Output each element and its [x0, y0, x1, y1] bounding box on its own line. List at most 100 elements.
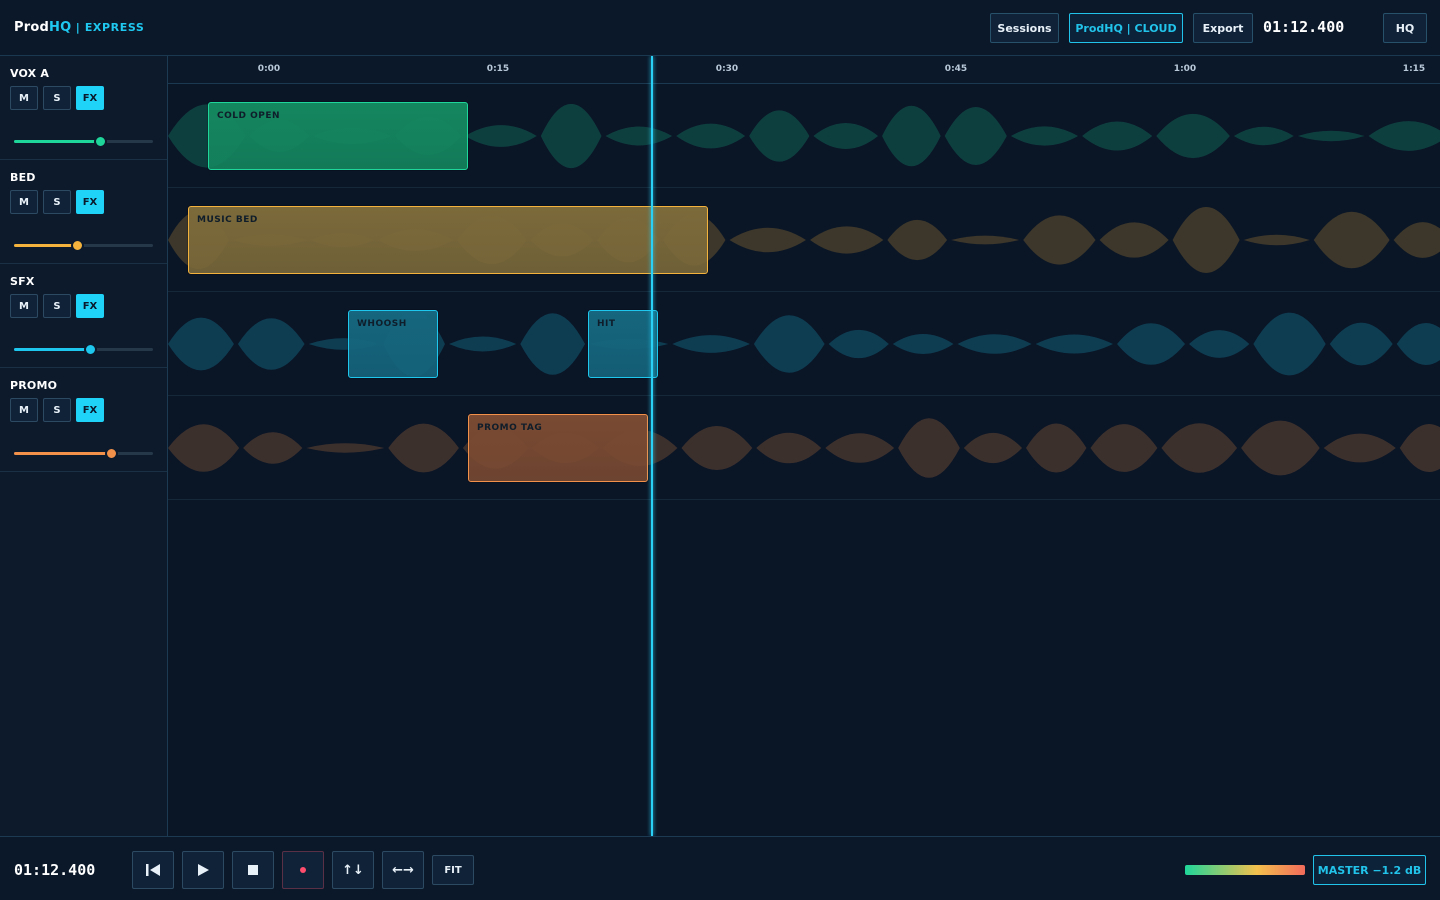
- fx-button[interactable]: FX: [76, 398, 104, 422]
- waveform-lobe: [892, 334, 954, 354]
- waveform-lobe: [1297, 130, 1365, 142]
- header-timecode: 01:12.400: [1263, 18, 1345, 36]
- solo-button[interactable]: S: [43, 190, 71, 214]
- waveform-lobe: [388, 423, 459, 473]
- brand-edition: EXPRESS: [84, 21, 145, 34]
- sessions-button[interactable]: Sessions: [990, 13, 1059, 43]
- solo-button[interactable]: S: [43, 294, 71, 318]
- volume-slider-knob[interactable]: [105, 447, 119, 460]
- waveform-lobe: [672, 335, 750, 353]
- track-header: PROMO M S FX: [0, 368, 167, 472]
- waveform-lobe: [1241, 420, 1320, 476]
- skip-to-start-icon: [146, 864, 160, 876]
- waveform-lobe: [676, 123, 746, 149]
- fx-button[interactable]: FX: [76, 190, 104, 214]
- timeline-area[interactable]: 0:00 0:15 0:30 0:45 1:00 1:15 COLD OPEN …: [168, 56, 1440, 836]
- audio-clip[interactable]: PROMO TAG: [468, 414, 648, 482]
- master-level-meter: [1185, 865, 1305, 875]
- audio-clip[interactable]: HIT: [588, 310, 658, 378]
- waveform-lobe: [465, 125, 537, 147]
- waveform-lobe: [810, 226, 884, 254]
- waveform-lobe: [1090, 424, 1158, 472]
- volume-slider[interactable]: [14, 447, 153, 460]
- waveform-lobe: [1189, 330, 1250, 358]
- waveform-lobe: [1035, 334, 1114, 354]
- volume-slider[interactable]: [14, 343, 153, 356]
- waveform-lobe: [1253, 312, 1326, 376]
- fx-button[interactable]: FX: [76, 86, 104, 110]
- waveform-lobe: [448, 336, 517, 352]
- track-lane[interactable]: MUSIC BED: [168, 188, 1440, 292]
- waveform-lobe: [813, 122, 879, 150]
- vertical-zoom-button[interactable]: ↑↓: [332, 851, 374, 889]
- vertical-zoom-icon: ↑↓: [342, 862, 364, 878]
- audio-clip[interactable]: WHOOSH: [348, 310, 438, 378]
- brand-separator: |: [71, 21, 85, 34]
- ruler-tick: 1:15: [1402, 64, 1426, 74]
- waveform-lobe: [1161, 423, 1238, 473]
- clip-label: WHOOSH: [357, 319, 407, 329]
- solo-button[interactable]: S: [43, 86, 71, 110]
- track-name: SFX: [10, 275, 35, 288]
- waveform-lobe: [1243, 234, 1310, 246]
- export-button[interactable]: Export: [1193, 13, 1253, 43]
- waveform-lobe: [1368, 121, 1440, 151]
- waveform-lobe: [1313, 211, 1390, 269]
- horizontal-zoom-icon: ←→: [392, 862, 414, 878]
- waveform-lobe: [825, 433, 895, 463]
- clip-label: MUSIC BED: [197, 215, 258, 225]
- waveform-lobe: [753, 315, 825, 373]
- waveform-lobe: [1393, 222, 1440, 258]
- waveform-lobe: [957, 334, 1032, 354]
- waveform-lobe: [1399, 423, 1440, 473]
- master-volume-button[interactable]: MASTER −1.2 dB: [1313, 855, 1426, 885]
- ruler-tick: 0:30: [715, 64, 739, 74]
- waveform-lobe: [168, 317, 234, 371]
- brand-hq: HQ: [48, 20, 72, 35]
- waveform-lobe: [605, 126, 673, 146]
- audio-clip[interactable]: COLD OPEN: [208, 102, 468, 170]
- fit-button[interactable]: FIT: [432, 855, 474, 885]
- clip-label: COLD OPEN: [217, 111, 281, 121]
- play-button[interactable]: [182, 851, 224, 889]
- volume-slider[interactable]: [14, 135, 153, 148]
- horizontal-zoom-button[interactable]: ←→: [382, 851, 424, 889]
- top-bar: ProdHQ | EXPRESS Sessions ProdHQ | CLOUD…: [0, 0, 1440, 56]
- track-lane[interactable]: COLD OPEN: [168, 84, 1440, 188]
- track-header: VOX A M S FX: [0, 56, 167, 160]
- ruler-tick: 0:00: [257, 64, 281, 74]
- waveform-lobe: [756, 432, 822, 464]
- volume-slider[interactable]: [14, 239, 153, 252]
- waveform-lobe: [540, 103, 602, 169]
- volume-slider-knob[interactable]: [84, 343, 98, 356]
- waveform-lobe: [828, 329, 889, 359]
- track-headers-panel: VOX A M S FX BED M S FX SFX M S FX PROMO…: [0, 56, 168, 836]
- track-name: BED: [10, 171, 36, 184]
- track-header: BED M S FX: [0, 160, 167, 264]
- record-button[interactable]: [282, 851, 324, 889]
- track-lane[interactable]: PROMO TAG: [168, 396, 1440, 500]
- playhead[interactable]: [651, 56, 653, 836]
- fx-button[interactable]: FX: [76, 294, 104, 318]
- ruler-tick: 1:00: [1173, 64, 1197, 74]
- mute-button[interactable]: M: [10, 398, 38, 422]
- track-header: SFX M S FX: [0, 264, 167, 368]
- waveform-lobe: [951, 235, 1020, 245]
- waveform-lobe: [306, 443, 385, 453]
- cloud-button[interactable]: ProdHQ | CLOUD: [1069, 13, 1183, 43]
- skip-to-start-button[interactable]: [132, 851, 174, 889]
- volume-slider-knob[interactable]: [94, 135, 108, 148]
- audio-clip[interactable]: MUSIC BED: [188, 206, 708, 274]
- waveform-lobe: [1233, 126, 1294, 146]
- time-ruler[interactable]: 0:00 0:15 0:30 0:45 1:00 1:15: [168, 56, 1440, 84]
- stop-button[interactable]: [232, 851, 274, 889]
- mute-button[interactable]: M: [10, 190, 38, 214]
- mute-button[interactable]: M: [10, 86, 38, 110]
- track-lane[interactable]: WHOOSH HIT: [168, 292, 1440, 396]
- volume-slider-knob[interactable]: [70, 239, 84, 252]
- ruler-tick: 0:45: [944, 64, 968, 74]
- hq-button[interactable]: HQ: [1383, 13, 1427, 43]
- solo-button[interactable]: S: [43, 398, 71, 422]
- waveform-lobe: [681, 425, 753, 471]
- mute-button[interactable]: M: [10, 294, 38, 318]
